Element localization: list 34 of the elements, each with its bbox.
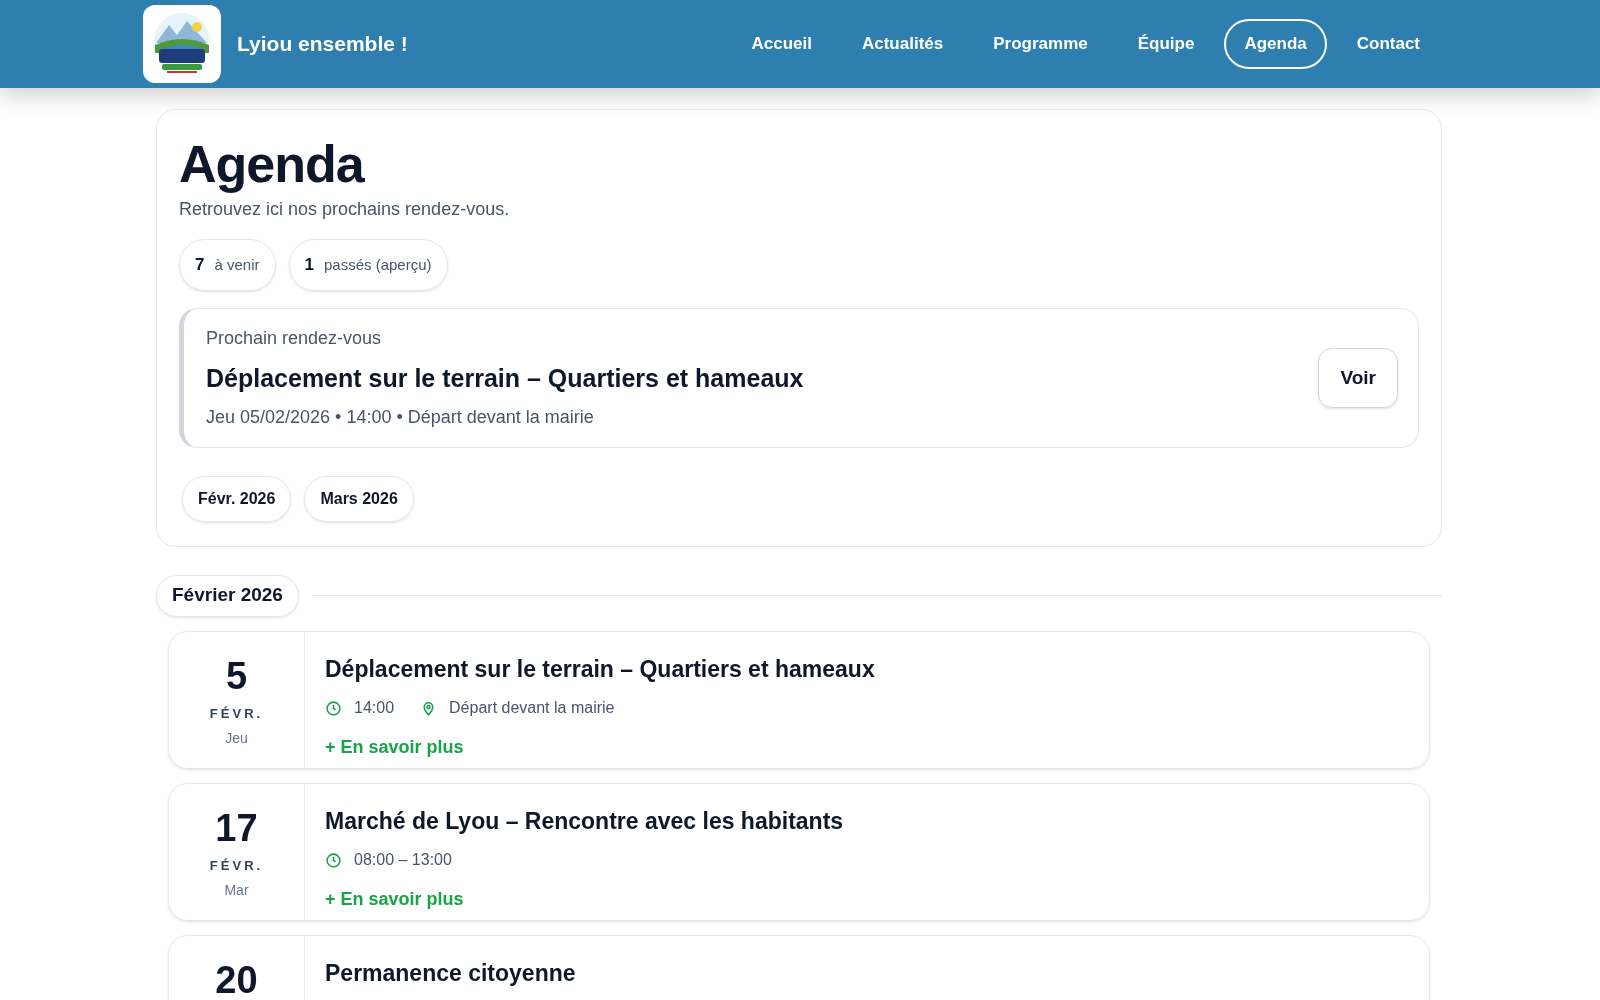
- nav-link[interactable]: Actualités: [841, 19, 964, 69]
- event-day: 17: [215, 807, 258, 848]
- event-place: Départ devant la mairie: [449, 698, 615, 718]
- nav-link[interactable]: Équipe: [1117, 19, 1215, 69]
- event-day: 20: [215, 959, 258, 1000]
- more-link[interactable]: + En savoir plus: [325, 734, 464, 761]
- event-time: 08:00 – 13:00: [354, 850, 452, 870]
- site-name[interactable]: Lyiou ensemble !: [237, 28, 408, 60]
- nav-link[interactable]: Agenda: [1224, 19, 1327, 69]
- more-link[interactable]: + En savoir plus: [325, 886, 464, 913]
- event-day: 5: [225, 655, 248, 696]
- next-event-title: Déplacement sur le terrain – Quartiers et hameaux: [206, 363, 805, 394]
- nav-link[interactable]: Programme: [973, 19, 1108, 69]
- event-title: Permanence citoyenne: [325, 958, 576, 988]
- event-month: FÉVR.: [209, 704, 264, 723]
- clock-icon: [325, 699, 342, 717]
- next-event-label: Prochain rendez-vous: [206, 327, 383, 350]
- view-button[interactable]: Voir: [1318, 347, 1398, 408]
- event-title: Déplacement sur le terrain – Quartiers et hameaux: [325, 654, 875, 684]
- counter-value: 7: [195, 254, 205, 277]
- event-time: 14:00: [354, 698, 395, 718]
- page-title: Agenda: [179, 136, 366, 192]
- counter-value: 1: [304, 254, 314, 277]
- page-subtitle: Retrouvez ici nos prochains rendez-vous.: [179, 198, 511, 221]
- event-weekday: Mar: [224, 881, 249, 900]
- event-title: Marché de Lyou – Rencontre avec les habitants: [325, 806, 844, 836]
- nav-link[interactable]: Accueil: [731, 19, 832, 69]
- nav-link[interactable]: Contact: [1336, 19, 1440, 69]
- next-event-details: Jeu 05/02/2026 • 14:00 • Départ devant la mairie: [206, 405, 595, 429]
- counter-label: passés (aperçu): [323, 254, 432, 275]
- event-month: FÉVR.: [209, 856, 264, 875]
- event-weekday: Jeu: [225, 729, 248, 748]
- counter-label: à venir: [214, 254, 260, 275]
- clock-icon: [325, 851, 342, 869]
